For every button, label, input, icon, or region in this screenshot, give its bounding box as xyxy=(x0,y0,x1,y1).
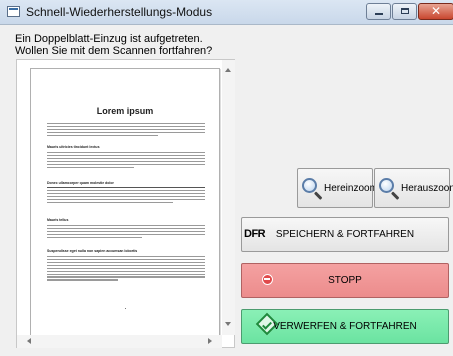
prompt-message: Ein Doppelblatt-Einzug ist aufgetreten. … xyxy=(15,33,212,57)
scanned-page-thumbnail: Lorem ipsum Mauris ultricies tincidunt l… xyxy=(30,68,220,340)
scan-preview-pane[interactable]: Lorem ipsum Mauris ultricies tincidunt l… xyxy=(16,59,235,348)
maximize-button[interactable] xyxy=(392,3,417,20)
close-button[interactable]: ✕ xyxy=(418,3,453,20)
scroll-down-arrow-icon[interactable] xyxy=(225,322,231,326)
magnifier-handle xyxy=(313,191,323,200)
save-and-continue-button[interactable]: DFR SPEICHERN & FORTFAHREN xyxy=(241,217,449,252)
minimize-button[interactable] xyxy=(366,3,391,20)
page-heading: Lorem ipsum xyxy=(96,106,154,116)
prompt-line-2: Wollen Sie mit dem Scannen fortfahren? xyxy=(15,45,213,57)
horizontal-scrollbar[interactable] xyxy=(17,335,222,348)
section-heading: Suspendisse eget nulla non sapien accums… xyxy=(47,249,138,253)
section-heading: Mauris ultricies tincidunt lectus xyxy=(47,145,100,149)
discard-and-continue-button[interactable]: VERWERFEN & FORTFAHREN xyxy=(241,309,449,344)
section-block: Suspendisse eget nulla non sapien accums… xyxy=(47,249,205,281)
scroll-right-arrow-icon[interactable] xyxy=(208,338,212,344)
zoom-out-label: Herauszoomen xyxy=(401,183,453,194)
section-block: Mauris ultricies tincidunt lectus xyxy=(47,145,205,168)
zoom-out-button[interactable]: Herauszoomen xyxy=(374,168,453,208)
scroll-up-arrow-icon[interactable] xyxy=(225,68,231,72)
discard-and-continue-label: VERWERFEN & FORTFAHREN xyxy=(273,321,417,332)
title-bar: Schnell-Wiederherstellungs-Modus ✕ xyxy=(0,0,453,25)
section-heading: Mauris tellus xyxy=(47,218,69,222)
stop-label: STOPP xyxy=(328,275,362,286)
magnifier-plus-icon xyxy=(302,178,317,193)
window-title: Schnell-Wiederherstellungs-Modus xyxy=(26,5,213,19)
scroll-left-arrow-icon[interactable] xyxy=(27,338,31,344)
section-block: Mauris tellus xyxy=(47,218,205,238)
section-heading: Donec ullamcorper quam molestie dolor xyxy=(47,181,114,185)
prompt-line-1: Ein Doppelblatt-Einzug ist aufgetreten. xyxy=(15,33,203,45)
close-icon: ✕ xyxy=(430,4,442,18)
zoom-in-button[interactable]: Hereinzoomen xyxy=(297,168,389,208)
magnifier-minus-icon xyxy=(379,178,394,193)
paragraph-block xyxy=(47,121,205,136)
app-window-icon xyxy=(7,6,20,17)
save-and-continue-label: SPEICHERN & FORTFAHREN xyxy=(275,229,415,240)
vertical-scrollbar[interactable] xyxy=(222,60,235,335)
magnifier-handle xyxy=(390,191,400,200)
section-block: Donec ullamcorper quam molestie dolor xyxy=(47,181,205,203)
page-number-mark xyxy=(125,308,126,309)
stop-button[interactable]: STOPP xyxy=(241,263,449,298)
